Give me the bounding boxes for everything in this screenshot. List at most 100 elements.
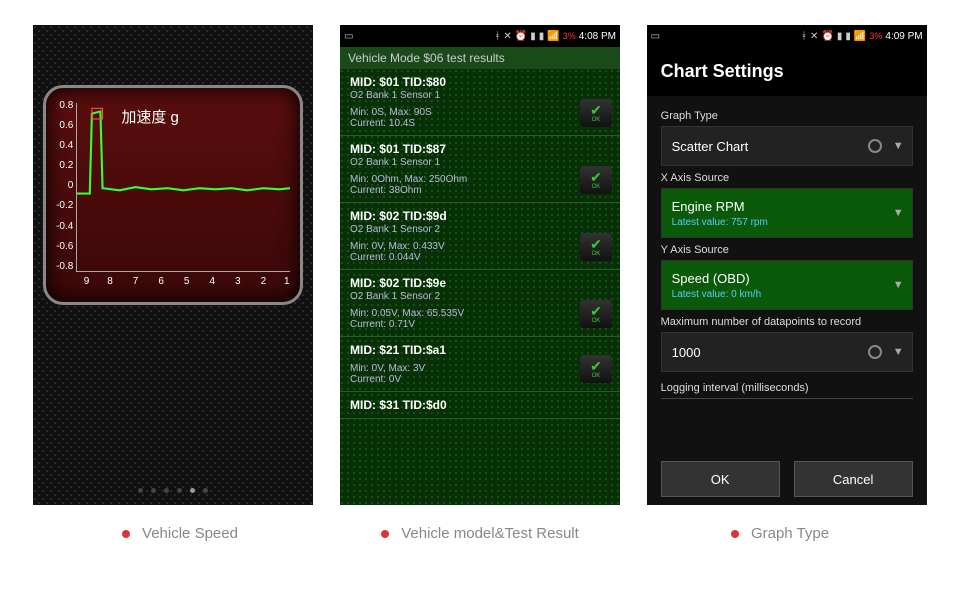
x-axis-select[interactable]: Engine RPM Latest value: 757 rpm ▼ [661,188,913,238]
caption-3: Graph Type [640,525,920,542]
xtick: 8 [105,276,115,287]
sensor-name: O2 Bank 1 Sensor 1 [350,90,610,101]
ytick: -0.6 [53,241,73,252]
result-item[interactable]: MID: $02 TID:$9dO2 Bank 1 Sensor 2 Min: 0… [340,203,620,270]
ok-badge: ✔OK [580,233,612,261]
mid-tid: MID: $01 TID:$80 [350,75,610,89]
y-axis-latest: Latest value: 0 km/h [672,289,762,300]
signal-icon: ▮ [837,31,843,42]
ok-button[interactable]: OK [661,461,780,497]
ytick: 0.6 [53,120,73,131]
max-datapoints-select[interactable]: 1000 ▼ [661,332,913,372]
graph-type-select[interactable]: Scatter Chart ▼ [661,126,913,166]
xtick: 6 [156,276,166,287]
xtick: 3 [233,276,243,287]
mid-tid: MID: $01 TID:$87 [350,142,610,156]
graph-type-value: Scatter Chart [672,139,749,154]
ytick: 0.4 [53,140,73,151]
ytick: 0.8 [53,100,73,111]
y-axis-select[interactable]: Speed (OBD) Latest value: 0 km/h ▼ [661,260,913,310]
x-axis-latest: Latest value: 757 rpm [672,217,768,228]
results-list[interactable]: MID: $01 TID:$80O2 Bank 1 Sensor 1Min: 0… [340,69,620,505]
clock: 4:08 PM [579,31,616,42]
chevron-down-icon: ▼ [893,207,904,219]
gauge-trace [77,103,290,284]
battery-icon: 3% [563,31,576,41]
xtick: 2 [258,276,268,287]
ok-badge: ✔OK [580,166,612,194]
radio-icon [868,345,882,359]
result-values: Min: 0V, Max: 0.433VCurrent: 0.044V [350,241,610,263]
ytick: 0 [53,180,73,191]
xtick: 7 [131,276,141,287]
y-axis-value: Speed (OBD) [672,271,750,286]
data-icon: 📶 [854,31,866,42]
bullet-icon [122,530,130,538]
clock: 4:09 PM [885,31,922,42]
sensor-name: O2 Bank 1 Sensor 2 [350,224,610,235]
phone-vehicle-speed: 加速度 g 0.8 0.6 0.4 0.2 0 -0.2 -0.4 -0.6 -… [33,25,313,505]
check-icon: ✔ [590,359,602,373]
result-item[interactable]: MID: $01 TID:$80O2 Bank 1 Sensor 1 Min: 0… [340,69,620,136]
check-icon: ✔ [590,170,602,184]
mid-tid: MID: $31 TID:$d0 [350,398,610,412]
signal-icon: ▮ [530,31,536,42]
graph-type-label: Graph Type [661,110,913,122]
result-values: Min: 0S, Max: 90SCurrent: 10.4S [350,107,610,129]
interval-label: Logging interval (milliseconds) [661,382,913,394]
caption-1: Vehicle Speed [40,525,320,542]
ytick: -0.2 [53,200,73,211]
ytick: -0.4 [53,221,73,232]
sensor-name: O2 Bank 1 Sensor 2 [350,291,610,302]
bullet-icon [731,530,739,538]
mid-tid: MID: $02 TID:$9e [350,276,610,290]
bluetooth-icon: ᚼ [494,31,500,42]
bluetooth-icon: ᚼ [801,31,807,42]
screen-title: Vehicle Mode $06 test results [340,47,620,69]
divider [661,398,913,399]
result-item[interactable]: MID: $01 TID:$87O2 Bank 1 Sensor 1 Min: 0… [340,136,620,203]
y-axis-label: Y Axis Source [661,244,913,256]
obd-icon: ▭ [344,31,353,42]
chevron-down-icon: ▼ [893,346,904,358]
max-datapoints-value: 1000 [672,345,701,360]
dialog-title: Chart Settings [647,47,927,96]
wifi-icon: ▮ [539,31,545,42]
mid-tid: MID: $02 TID:$9d [350,209,610,223]
xtick: 4 [207,276,217,287]
radio-icon [868,139,882,153]
result-item[interactable]: MID: $02 TID:$9eO2 Bank 1 Sensor 2 Min: 0… [340,270,620,337]
battery-icon: 3% [869,31,882,41]
check-icon: ✔ [590,103,602,117]
data-icon: 📶 [547,31,559,42]
result-values: Min: 0Ohm, Max: 250OhmCurrent: 38Ohm [350,174,610,196]
x-axis-label: X Axis Source [661,172,913,184]
page-indicator[interactable] [138,488,208,493]
cancel-button[interactable]: Cancel [794,461,913,497]
ytick: -0.8 [53,261,73,272]
ok-badge: ✔OK [580,300,612,328]
status-bar: ▭ ᚼ ✕ ⏰ ▮ ▮ 📶 3% 4:08 PM [340,25,620,47]
result-values: Min: 0.05V, Max: 65.535VCurrent: 0.71V [350,308,610,330]
xtick: 1 [282,276,292,287]
bullet-icon [381,530,389,538]
check-icon: ✔ [590,304,602,318]
xtick: 5 [182,276,192,287]
xtick: 9 [82,276,92,287]
result-item[interactable]: MID: $21 TID:$a1 Min: 0V, Max: 3VCurrent:… [340,337,620,392]
check-icon: ✔ [590,237,602,251]
sensor-name: O2 Bank 1 Sensor 1 [350,157,610,168]
result-values: Min: 0V, Max: 3VCurrent: 0V [350,363,610,385]
caption-2: Vehicle model&Test Result [340,525,620,542]
mid-tid: MID: $21 TID:$a1 [350,343,610,357]
ytick: 0.2 [53,160,73,171]
chevron-down-icon: ▼ [893,140,904,152]
gauge-plot: 0.8 0.6 0.4 0.2 0 -0.2 -0.4 -0.6 -0.8 9 … [76,103,290,272]
phone-mode06: ▭ ᚼ ✕ ⏰ ▮ ▮ 📶 3% 4:08 PM Vehicle Mode $0… [340,25,620,505]
mute-icon: ✕ [810,31,818,42]
result-item[interactable]: MID: $31 TID:$d0 [340,392,620,419]
alarm-icon: ⏰ [821,31,833,42]
mute-icon: ✕ [503,31,511,42]
gauge-widget: 加速度 g 0.8 0.6 0.4 0.2 0 -0.2 -0.4 -0.6 -… [43,85,303,305]
status-bar: ▭ ᚼ ✕ ⏰ ▮ ▮ 📶 3% 4:09 PM [647,25,927,47]
